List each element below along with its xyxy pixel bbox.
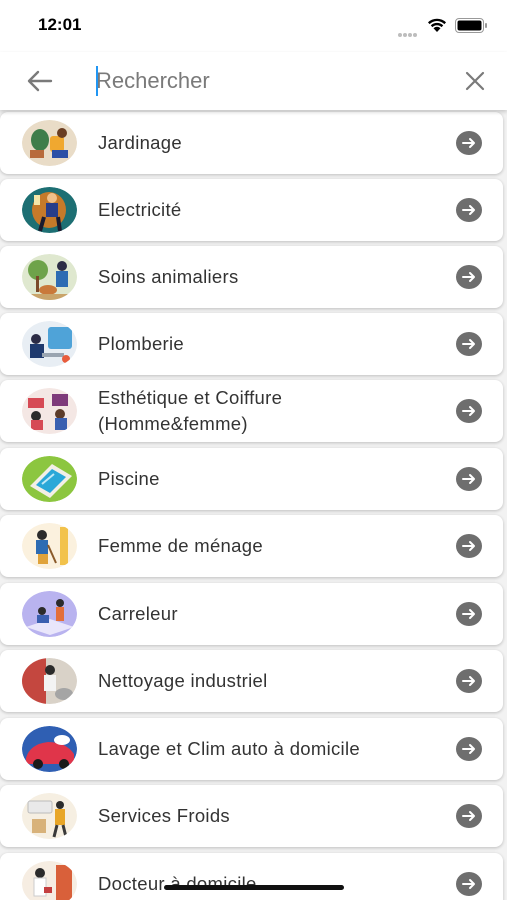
wifi-icon bbox=[428, 18, 446, 32]
electrician-icon bbox=[22, 187, 77, 233]
home-doctor-icon bbox=[22, 861, 77, 900]
arrow-right-icon[interactable] bbox=[456, 399, 482, 423]
arrow-right-icon[interactable] bbox=[456, 872, 482, 896]
list-item-nettoyage-industriel[interactable]: Nettoyage industriel bbox=[0, 650, 503, 712]
arrow-right-icon[interactable] bbox=[456, 131, 482, 155]
status-time: 12:01 bbox=[38, 15, 82, 34]
list-item-label: Soins animaliers bbox=[98, 266, 239, 287]
list-item-jardinage[interactable]: Jardinage bbox=[0, 112, 503, 174]
cold-services-icon bbox=[22, 793, 77, 839]
arrow-right-icon[interactable] bbox=[456, 737, 482, 761]
car-wash-icon bbox=[22, 726, 77, 772]
list-item-femme-de-menage[interactable]: Femme de ménage bbox=[0, 515, 503, 577]
beauty-hair-icon bbox=[22, 388, 77, 434]
housekeeper-icon bbox=[22, 523, 77, 569]
list-item-piscine[interactable]: Piscine bbox=[0, 448, 503, 510]
service-list: Jardinage Electricité Soins animaliers P… bbox=[0, 110, 507, 900]
list-item-soins-animaliers[interactable]: Soins animaliers bbox=[0, 246, 503, 308]
arrow-right-icon[interactable] bbox=[456, 332, 482, 356]
arrow-right-icon[interactable] bbox=[456, 467, 482, 491]
list-item-lavage-clim-auto[interactable]: Lavage et Clim auto à domicile bbox=[0, 718, 503, 780]
list-item-label: Carreleur bbox=[98, 603, 178, 624]
close-icon bbox=[465, 71, 485, 91]
signal-icon bbox=[398, 22, 420, 37]
list-item-carreleur[interactable]: Carreleur bbox=[0, 583, 503, 645]
tiler-icon bbox=[22, 591, 77, 637]
animal-care-icon bbox=[22, 254, 77, 300]
gardening-icon bbox=[22, 120, 77, 166]
industrial-cleaning-icon bbox=[22, 658, 77, 704]
list-item-label: Plomberie bbox=[98, 333, 184, 354]
arrow-right-icon[interactable] bbox=[456, 265, 482, 289]
arrow-right-icon[interactable] bbox=[456, 602, 482, 626]
text-cursor bbox=[96, 66, 98, 96]
status-bar: 12:01 bbox=[0, 0, 507, 52]
back-button[interactable] bbox=[25, 66, 55, 96]
arrow-right-icon[interactable] bbox=[456, 198, 482, 222]
search-header bbox=[0, 52, 507, 110]
list-item-label: Piscine bbox=[98, 468, 160, 489]
arrow-right-icon[interactable] bbox=[456, 534, 482, 558]
list-item-label: Esthétique et Coiffure (Homme&femme) bbox=[98, 387, 283, 434]
list-item-label: Docteur à domicile bbox=[98, 873, 257, 894]
list-item-esthetique-coiffure[interactable]: Esthétique et Coiffure (Homme&femme) bbox=[0, 380, 503, 442]
arrow-right-icon[interactable] bbox=[456, 804, 482, 828]
list-item-label: Jardinage bbox=[98, 132, 182, 153]
list-item-label: Nettoyage industriel bbox=[98, 670, 268, 691]
search-input[interactable] bbox=[96, 64, 426, 98]
battery-icon bbox=[455, 18, 487, 33]
plumbing-icon bbox=[22, 321, 77, 367]
list-item-label: Services Froids bbox=[98, 805, 230, 826]
clear-search-button[interactable] bbox=[460, 66, 490, 96]
list-item-plomberie[interactable]: Plomberie bbox=[0, 313, 503, 375]
list-item-electricite[interactable]: Electricité bbox=[0, 179, 503, 241]
back-arrow-icon bbox=[27, 70, 53, 92]
home-indicator[interactable] bbox=[164, 885, 344, 890]
list-item-docteur-a-domicile[interactable]: Docteur à domicile bbox=[0, 853, 503, 900]
pool-icon bbox=[22, 456, 77, 502]
list-item-label: Electricité bbox=[98, 199, 182, 220]
list-item-label: Femme de ménage bbox=[98, 535, 263, 556]
list-item-label: Lavage et Clim auto à domicile bbox=[98, 738, 360, 759]
list-item-services-froids[interactable]: Services Froids bbox=[0, 785, 503, 847]
arrow-right-icon[interactable] bbox=[456, 669, 482, 693]
